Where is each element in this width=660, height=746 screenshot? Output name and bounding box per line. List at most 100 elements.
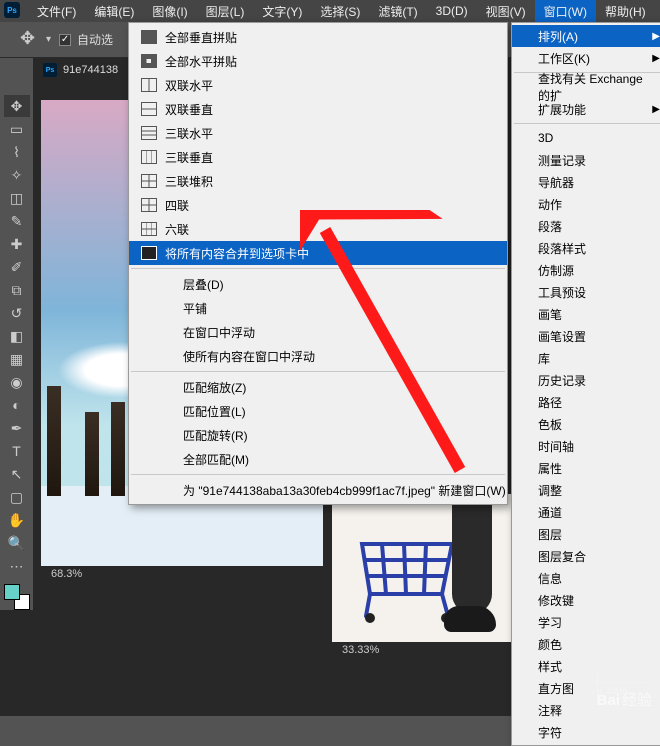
menu-help[interactable]: 帮助(H) xyxy=(596,0,655,23)
tool-eraser[interactable]: ◧ xyxy=(4,325,30,347)
window-menu-item[interactable]: 3D xyxy=(512,127,660,149)
arrange-item[interactable]: 全部水平拼贴 xyxy=(129,49,507,73)
menu-filter[interactable]: 滤镜(T) xyxy=(369,0,426,23)
window-menu-item[interactable]: 图层复合 xyxy=(512,545,660,567)
tool-history-brush[interactable]: ↺ xyxy=(4,302,30,324)
arrange-item-label: 三联堆积 xyxy=(165,173,213,190)
window-menu-item[interactable]: 画笔设置 xyxy=(512,325,660,347)
tool-type[interactable]: T xyxy=(4,440,30,462)
menu-3d[interactable]: 3D(D) xyxy=(427,1,477,21)
window-menu-item[interactable]: 排列(A)▶ xyxy=(512,25,660,47)
window-menu-item[interactable]: 图层 xyxy=(512,523,660,545)
arrange-item[interactable]: 双联水平 xyxy=(129,73,507,97)
window-menu-item[interactable]: 画笔 xyxy=(512,303,660,325)
menu-layer[interactable]: 图层(L) xyxy=(197,0,254,23)
window-menu-item[interactable]: 动作 xyxy=(512,193,660,215)
window-menu-item[interactable]: 工作区(K)▶ xyxy=(512,47,660,69)
color-swatches[interactable] xyxy=(4,584,30,610)
arrange-item[interactable]: 全部垂直拼贴 xyxy=(129,25,507,49)
tool-pen[interactable]: ✒ xyxy=(4,417,30,439)
window-menu-item[interactable]: 信息 xyxy=(512,567,660,589)
arrange-item-label: 在窗口中浮动 xyxy=(183,324,255,341)
tool-magic-wand[interactable]: ✧ xyxy=(4,164,30,186)
window-menu-item[interactable]: 仿制源 xyxy=(512,259,660,281)
arrange-item[interactable]: 将所有内容合并到选项卡中 xyxy=(129,241,507,265)
arrange-item[interactable]: 六联 xyxy=(129,217,507,241)
window-menu-item[interactable]: 工具预设 xyxy=(512,281,660,303)
tool-blur[interactable]: ◉ xyxy=(4,371,30,393)
arrange-item[interactable]: 为 "91e744138aba13a30feb4cb999f1ac7f.jpeg… xyxy=(129,478,507,502)
window-menu-item-label: 修改键 xyxy=(538,592,574,609)
layout-3h-icon xyxy=(141,126,157,140)
arrange-item[interactable]: 匹配缩放(Z) xyxy=(129,375,507,399)
document-canvas-2[interactable] xyxy=(332,494,518,642)
menu-file[interactable]: 文件(F) xyxy=(28,0,85,23)
arrange-item[interactable]: 四联 xyxy=(129,193,507,217)
auto-select-checkbox[interactable]: ✓ xyxy=(59,34,71,46)
layout-grid-icon xyxy=(141,54,157,68)
window-menu-item[interactable]: 字符 xyxy=(512,721,660,743)
window-menu-item[interactable]: 样式 xyxy=(512,655,660,677)
window-menu-item[interactable]: 库 xyxy=(512,347,660,369)
chevron-down-icon[interactable]: ▾ xyxy=(46,34,51,45)
tool-lasso[interactable]: ⌇ xyxy=(4,141,30,163)
arrange-item-label: 六联 xyxy=(165,221,189,238)
arrange-item[interactable]: 在窗口中浮动 xyxy=(129,320,507,344)
tool-brush[interactable]: ✐ xyxy=(4,256,30,278)
tool-healing[interactable]: ✚ xyxy=(4,233,30,255)
menu-image[interactable]: 图像(I) xyxy=(143,0,196,23)
tool-more[interactable]: ⋯ xyxy=(4,555,30,577)
tool-gradient[interactable]: ▦ xyxy=(4,348,30,370)
window-menu-item-label: 画笔 xyxy=(538,306,562,323)
tool-rectangle[interactable]: ▢ xyxy=(4,486,30,508)
menu-window[interactable]: 窗口(W) xyxy=(535,0,596,23)
window-menu-item[interactable]: 路径 xyxy=(512,391,660,413)
window-menu-item[interactable]: 段落 xyxy=(512,215,660,237)
window-menu-item[interactable]: 查找有关 Exchange 的扩 xyxy=(512,76,660,98)
arrange-item[interactable]: 双联垂直 xyxy=(129,97,507,121)
window-menu-item[interactable]: 颜色 xyxy=(512,633,660,655)
menu-type[interactable]: 文字(Y) xyxy=(253,0,311,23)
move-tool-icon[interactable] xyxy=(20,30,40,50)
arrange-item-label: 匹配缩放(Z) xyxy=(183,379,246,396)
window-menu-item[interactable]: 调整 xyxy=(512,479,660,501)
arrange-item[interactable]: 三联垂直 xyxy=(129,145,507,169)
tool-crop[interactable]: ◫ xyxy=(4,187,30,209)
window-menu-item[interactable]: 历史记录 xyxy=(512,369,660,391)
arrange-item[interactable]: 全部匹配(M) xyxy=(129,447,507,471)
tool-stamp[interactable]: ⧉ xyxy=(4,279,30,301)
arrange-item-label: 全部匹配(M) xyxy=(183,451,249,468)
arrange-item[interactable]: 层叠(D) xyxy=(129,272,507,296)
window-menu-item[interactable]: 修改键 xyxy=(512,589,660,611)
menu-edit[interactable]: 编辑(E) xyxy=(85,0,143,23)
tool-marquee[interactable]: ▭ xyxy=(4,118,30,140)
window-menu-item[interactable]: 色板 xyxy=(512,413,660,435)
watermark-domain: j…….……u.com xyxy=(597,675,650,697)
window-menu-item[interactable]: 导航器 xyxy=(512,171,660,193)
arrange-item[interactable]: 匹配位置(L) xyxy=(129,399,507,423)
arrange-item[interactable]: 平铺 xyxy=(129,296,507,320)
window-menu-item[interactable]: 学习 xyxy=(512,611,660,633)
arrange-item[interactable]: 三联堆积 xyxy=(129,169,507,193)
window-menu-item[interactable]: 扩展功能▶ xyxy=(512,98,660,120)
app-logo: Ps xyxy=(4,2,20,18)
tool-zoom[interactable]: 🔍 xyxy=(4,532,30,554)
window-menu-item[interactable]: 通道 xyxy=(512,501,660,523)
tool-eyedropper[interactable]: ✎ xyxy=(4,210,30,232)
tool-path-select[interactable]: ↖ xyxy=(4,463,30,485)
tool-move[interactable]: ✥ xyxy=(4,95,30,117)
arrange-item[interactable]: 使所有内容在窗口中浮动 xyxy=(129,344,507,368)
tool-dodge[interactable]: ◐ xyxy=(4,394,30,416)
window-menu-item[interactable]: 属性 xyxy=(512,457,660,479)
arrange-item[interactable]: 匹配旋转(R) xyxy=(129,423,507,447)
window-menu-item[interactable]: 段落样式 xyxy=(512,237,660,259)
window-menu-item[interactable]: 时间轴 xyxy=(512,435,660,457)
arrange-item-label: 四联 xyxy=(165,197,189,214)
tool-hand[interactable]: ✋ xyxy=(4,509,30,531)
menu-select[interactable]: 选择(S) xyxy=(311,0,369,23)
window-menu-item-label: 工作区(K) xyxy=(538,50,590,67)
arrange-item[interactable]: 三联水平 xyxy=(129,121,507,145)
window-menu-item[interactable]: 测量记录 xyxy=(512,149,660,171)
document-tab[interactable]: Ps 91e744138 xyxy=(33,58,129,82)
menu-view[interactable]: 视图(V) xyxy=(477,0,535,23)
